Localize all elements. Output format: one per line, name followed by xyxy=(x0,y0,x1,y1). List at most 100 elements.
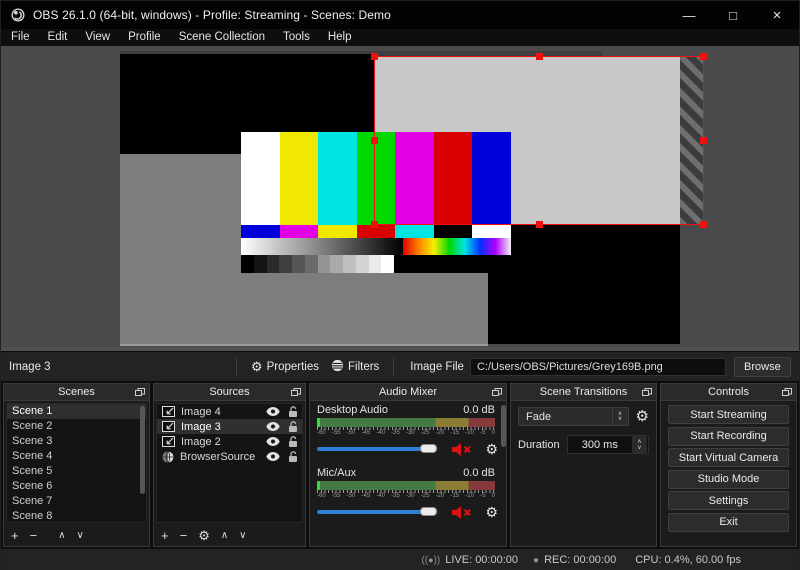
maximize-button[interactable]: □ xyxy=(711,1,755,29)
visibility-eye-icon[interactable] xyxy=(266,407,280,416)
move-scene-up-button[interactable]: ∧ xyxy=(58,530,65,541)
scene-list-item[interactable]: Scene 6 xyxy=(7,479,146,494)
volume-slider-handle[interactable] xyxy=(420,507,437,516)
mute-speaker-icon[interactable] xyxy=(452,505,475,519)
scene-list-item[interactable]: Scene 3 xyxy=(7,434,146,449)
meter-scale-label: -50 xyxy=(346,430,356,436)
source-properties-gear-icon[interactable]: ⚙ xyxy=(198,529,210,542)
dock-float-icon[interactable] xyxy=(642,388,652,396)
selection-handle-mid-left[interactable] xyxy=(371,137,378,144)
lock-icon[interactable] xyxy=(288,405,298,418)
mixer-channel-mic-aux: Mic/Aux 0.0 dB -60 -55 -50 -45 -40 -35 -30 -25-… xyxy=(317,467,498,521)
menu-edit[interactable]: Edit xyxy=(39,29,77,46)
scene-list-item[interactable]: Scene 8 xyxy=(7,509,146,522)
close-button[interactable]: × xyxy=(755,1,799,29)
transition-settings-gear-icon[interactable]: ⚙ xyxy=(636,409,649,424)
lock-icon[interactable] xyxy=(288,435,298,448)
visibility-eye-icon[interactable] xyxy=(266,422,280,431)
browse-button[interactable]: Browse xyxy=(733,356,791,377)
menu-scene-collection[interactable]: Scene Collection xyxy=(170,29,274,46)
lock-icon[interactable] xyxy=(288,420,298,433)
obs-logo-icon xyxy=(11,8,25,22)
meter-scale: -60 -55 -50 -45 -40 -35 -30 -25 -20 -15 -10 -5 0 xyxy=(317,430,495,437)
menu-profile[interactable]: Profile xyxy=(119,29,170,46)
source-row-image3[interactable]: Image 3 xyxy=(157,419,302,434)
scene-list-item[interactable]: Scene 1 xyxy=(7,404,146,419)
pattern-cell xyxy=(279,225,319,238)
minimize-button[interactable]: — xyxy=(667,1,711,29)
visibility-eye-icon[interactable] xyxy=(266,452,280,461)
scene-list-item[interactable]: Scene 4 xyxy=(7,449,146,464)
start-virtual-camera-button[interactable]: Start Virtual Camera xyxy=(668,448,789,467)
volume-slider[interactable] xyxy=(317,507,441,516)
selection-handle-bottom-right[interactable] xyxy=(700,221,707,228)
scenes-dock-header[interactable]: Scenes xyxy=(4,384,149,401)
mixer-scrollbar[interactable] xyxy=(501,405,506,447)
source-label: Image 3 xyxy=(181,420,221,433)
menu-file[interactable]: File xyxy=(2,29,39,46)
dock-float-icon[interactable] xyxy=(135,388,145,396)
scenes-list: Scene 1 Scene 2 Scene 3 Scene 4 Scene 5 Scene… xyxy=(6,403,147,523)
studio-mode-button[interactable]: Studio Mode xyxy=(668,469,789,489)
dock-float-icon[interactable] xyxy=(782,388,792,396)
menu-tools[interactable]: Tools xyxy=(274,29,319,46)
controls-dock-header[interactable]: Controls xyxy=(661,384,796,401)
meter-scale-label: -5 xyxy=(480,493,486,499)
move-source-up-button[interactable]: ∧ xyxy=(221,530,228,541)
filters-button[interactable]: Filters xyxy=(325,356,385,378)
duration-spinbox[interactable]: 300 ms ∧ ∨ xyxy=(566,435,649,454)
start-recording-button[interactable]: Start Recording xyxy=(668,426,789,446)
remove-scene-button[interactable]: − xyxy=(30,529,38,542)
meter-scale-label: -40 xyxy=(376,493,385,499)
start-streaming-button[interactable]: Start Streaming xyxy=(668,405,789,424)
selection-handle-bottom-mid[interactable] xyxy=(536,221,543,228)
dock-float-icon[interactable] xyxy=(492,388,502,396)
meter-scale-label: -10 xyxy=(465,493,474,499)
menu-view[interactable]: View xyxy=(76,29,119,46)
source-row-image2[interactable]: Image 2 xyxy=(157,434,302,449)
pattern-cell xyxy=(241,225,280,238)
spinbox-arrows-icon[interactable]: ∧ ∨ xyxy=(632,436,647,453)
exit-button[interactable]: Exit xyxy=(668,512,789,532)
black-source-rect-bottom[interactable] xyxy=(488,225,680,344)
move-source-down-button[interactable]: ∨ xyxy=(239,530,246,541)
source-row-browsersource[interactable]: BrowserSource xyxy=(157,449,302,464)
selection-handle-top-left[interactable] xyxy=(371,53,378,60)
mixer-title: Audio Mixer xyxy=(378,386,438,398)
selection-handle-bottom-left[interactable] xyxy=(371,221,378,228)
volume-slider[interactable] xyxy=(317,444,441,453)
scene-list-item[interactable]: Scene 5 xyxy=(7,464,146,479)
transitions-dock-header[interactable]: Scene Transitions xyxy=(511,384,656,401)
dock-float-icon[interactable] xyxy=(291,388,301,396)
transition-select[interactable]: Fade ∧ ∨ xyxy=(518,407,629,426)
meter-scale-label: -40 xyxy=(376,430,385,436)
add-scene-button[interactable]: + xyxy=(11,529,19,542)
scene-list-item[interactable]: Scene 2 xyxy=(7,419,146,434)
source-row-image4[interactable]: Image 4 xyxy=(157,404,302,419)
channel-settings-gear-icon[interactable]: ⚙ xyxy=(485,442,498,456)
selection-border xyxy=(371,53,707,228)
pattern-cell xyxy=(318,225,357,238)
properties-button[interactable]: ⚙ Properties xyxy=(245,356,325,378)
meter-scale-label: -15 xyxy=(450,493,460,499)
volume-slider-fill xyxy=(317,447,425,451)
scenes-scrollbar[interactable] xyxy=(140,406,145,494)
selection-handle-mid-right[interactable] xyxy=(700,137,707,144)
move-scene-down-button[interactable]: ∨ xyxy=(77,530,84,541)
add-source-button[interactable]: + xyxy=(161,529,169,542)
settings-button[interactable]: Settings xyxy=(668,491,789,510)
mixer-dock-header[interactable]: Audio Mixer xyxy=(310,384,506,401)
selection-handle-top-mid[interactable] xyxy=(536,53,543,60)
mute-speaker-icon[interactable] xyxy=(452,442,475,456)
sources-dock-header[interactable]: Sources xyxy=(154,384,305,401)
channel-settings-gear-icon[interactable]: ⚙ xyxy=(485,505,498,519)
scene-list-item[interactable]: Scene 7 xyxy=(7,494,146,509)
remove-source-button[interactable]: − xyxy=(180,529,188,542)
lock-icon[interactable] xyxy=(288,450,298,463)
visibility-eye-icon[interactable] xyxy=(266,437,280,446)
image-file-input[interactable] xyxy=(469,357,726,376)
preview-canvas[interactable] xyxy=(1,46,799,351)
menu-help[interactable]: Help xyxy=(319,29,361,46)
selection-handle-top-right[interactable] xyxy=(700,53,707,60)
volume-slider-handle[interactable] xyxy=(420,444,437,453)
